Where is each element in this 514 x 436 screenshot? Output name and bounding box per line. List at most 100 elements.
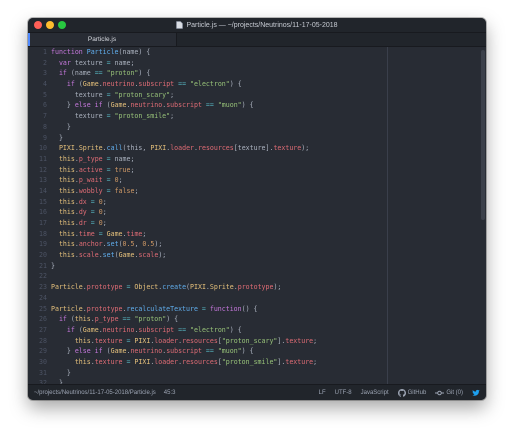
zoom-window-button[interactable] bbox=[58, 21, 66, 29]
line-number[interactable]: 13 bbox=[28, 175, 51, 186]
status-line-ending[interactable]: LF bbox=[319, 390, 326, 396]
line-number[interactable]: 25 bbox=[28, 304, 51, 315]
code-token: prototype bbox=[86, 283, 127, 292]
vertical-scrollbar[interactable] bbox=[480, 47, 486, 385]
line-number[interactable]: 10 bbox=[28, 143, 51, 154]
code-line[interactable]: 5 texture = "proton_scary"; bbox=[28, 90, 486, 101]
line-number[interactable]: 1 bbox=[28, 47, 51, 58]
status-git[interactable]: Git (0) bbox=[435, 390, 463, 396]
code-token: texture bbox=[273, 144, 302, 153]
code-line[interactable]: 25 Particle.prototype.recalculateTexture … bbox=[28, 304, 486, 315]
code-token: = bbox=[90, 208, 99, 217]
code-editor[interactable]: 1 function Particle(name) {2 var texture … bbox=[28, 47, 486, 385]
editor-window: Particle.js — ~/projects/Neutrinos/11-17… bbox=[28, 18, 486, 400]
code-line[interactable]: 19 this.anchor.set(0.5, 0.5); bbox=[28, 239, 486, 250]
code-line[interactable]: 21} bbox=[28, 261, 486, 272]
code-token: dx bbox=[78, 197, 91, 206]
line-number[interactable]: 16 bbox=[28, 207, 51, 218]
line-number[interactable]: 28 bbox=[28, 336, 51, 347]
line-number[interactable]: 4 bbox=[28, 79, 51, 90]
code-line[interactable]: 11 this.p_type = name; bbox=[28, 154, 486, 165]
line-number[interactable]: 11 bbox=[28, 154, 51, 165]
code-line[interactable]: 6 } else if (Game.neutrino.subscript == … bbox=[28, 100, 486, 111]
code-token: = bbox=[90, 197, 99, 206]
code-token: 0.5 bbox=[142, 240, 155, 249]
status-file-path[interactable]: ~/projects/Neutrinos/11-17-05-2018/Parti… bbox=[34, 390, 156, 396]
code-token: loader bbox=[170, 144, 195, 153]
code-line[interactable]: 20 this.scale.set(Game.scale); bbox=[28, 250, 486, 261]
line-number[interactable]: 31 bbox=[28, 368, 51, 379]
code-line[interactable]: 9 } bbox=[28, 133, 486, 144]
code-line[interactable]: 4 if (Game.neutrino.subscript == "electr… bbox=[28, 79, 486, 90]
code-token: call bbox=[106, 144, 123, 153]
close-window-button[interactable] bbox=[34, 21, 42, 29]
window-title: Particle.js — ~/projects/Neutrinos/11-17… bbox=[186, 21, 338, 29]
code-line[interactable]: 1 function Particle(name) { bbox=[28, 47, 486, 58]
status-encoding[interactable]: UTF-8 bbox=[335, 390, 352, 396]
twitter-icon[interactable] bbox=[472, 389, 480, 397]
code-line[interactable]: 28 this.texture = PIXI.loader.resources[… bbox=[28, 336, 486, 347]
status-cursor-position[interactable]: 45:3 bbox=[164, 390, 176, 396]
code-token: function bbox=[51, 48, 87, 56]
tab-bar: Particle.js bbox=[28, 33, 486, 47]
code-line[interactable]: 29 } else if (Game.neutrino.subscript ==… bbox=[28, 346, 486, 357]
line-number[interactable]: 27 bbox=[28, 325, 51, 336]
code-line[interactable]: 15 this.dx = 0; bbox=[28, 197, 486, 208]
code-line[interactable]: 7 texture = "proton_smile"; bbox=[28, 111, 486, 122]
code-line[interactable]: 22 bbox=[28, 271, 486, 282]
code-line[interactable]: 18 this.time = Game.time; bbox=[28, 229, 486, 240]
code-line[interactable]: 23 Particle.prototype = Object.create(PIX… bbox=[28, 282, 486, 293]
code-line[interactable]: 10 PIXI.Sprite.call(this, PIXI.loader.re… bbox=[28, 143, 486, 154]
line-number[interactable]: 20 bbox=[28, 250, 51, 261]
minimize-window-button[interactable] bbox=[46, 21, 54, 29]
code-token: this bbox=[74, 336, 91, 345]
line-number[interactable]: 29 bbox=[28, 346, 51, 357]
line-number[interactable]: 17 bbox=[28, 218, 51, 229]
code-text: this.active = true; bbox=[51, 165, 135, 176]
line-number[interactable]: 18 bbox=[28, 229, 51, 240]
code-token: "muon" bbox=[217, 101, 242, 110]
line-number[interactable]: 19 bbox=[28, 239, 51, 250]
code-token: Particle bbox=[86, 48, 119, 56]
code-line[interactable]: 8 } bbox=[28, 122, 486, 133]
code-line[interactable]: 24 bbox=[28, 293, 486, 304]
title-bar: Particle.js — ~/projects/Neutrinos/11-17… bbox=[28, 18, 486, 33]
code-line[interactable]: 31 } bbox=[28, 368, 486, 379]
status-github[interactable]: GitHub bbox=[397, 388, 426, 397]
line-number[interactable]: 6 bbox=[28, 100, 51, 111]
code-line[interactable]: 30 this.texture = PIXI.loader.resources[… bbox=[28, 357, 486, 368]
line-number[interactable]: 5 bbox=[28, 90, 51, 101]
scrollbar-thumb[interactable] bbox=[481, 50, 485, 220]
line-number[interactable]: 22 bbox=[28, 271, 51, 282]
line-number[interactable]: 15 bbox=[28, 197, 51, 208]
line-number[interactable]: 12 bbox=[28, 165, 51, 176]
code-token: var bbox=[58, 58, 75, 67]
line-number[interactable]: 24 bbox=[28, 293, 51, 304]
line-number[interactable]: 26 bbox=[28, 314, 51, 325]
code-line[interactable]: 17 this.dr = 0; bbox=[28, 218, 486, 229]
code-line[interactable]: 14 this.wobbly = false; bbox=[28, 186, 486, 197]
line-number[interactable]: 7 bbox=[28, 111, 51, 122]
code-line[interactable]: 26 if (this.p_type == "proton") { bbox=[28, 314, 486, 325]
code-line[interactable]: 27 if (Game.neutrino.subscript == "elect… bbox=[28, 325, 486, 336]
code-line[interactable]: 3 if (name == "proton") { bbox=[28, 68, 486, 79]
code-line[interactable]: 16 this.dy = 0; bbox=[28, 207, 486, 218]
code-line[interactable]: 12 this.active = true; bbox=[28, 165, 486, 176]
status-grammar[interactable]: JavaScript bbox=[361, 390, 389, 396]
line-number[interactable]: 2 bbox=[28, 58, 51, 69]
line-number[interactable]: 3 bbox=[28, 68, 51, 79]
line-number[interactable]: 30 bbox=[28, 357, 51, 368]
code-line[interactable]: 2 var texture = name; bbox=[28, 58, 486, 69]
tab-particle-js[interactable]: Particle.js bbox=[28, 33, 177, 46]
code-token: } bbox=[51, 347, 75, 356]
line-number[interactable]: 8 bbox=[28, 122, 51, 133]
line-number[interactable]: 9 bbox=[28, 133, 51, 144]
line-number[interactable]: 23 bbox=[28, 282, 51, 293]
code-token: dr bbox=[78, 219, 91, 227]
line-number[interactable]: 21 bbox=[28, 261, 51, 272]
code-line[interactable]: 13 this.p_wait = 0; bbox=[28, 175, 486, 186]
line-number[interactable]: 14 bbox=[28, 186, 51, 197]
code-token: false bbox=[114, 186, 135, 195]
